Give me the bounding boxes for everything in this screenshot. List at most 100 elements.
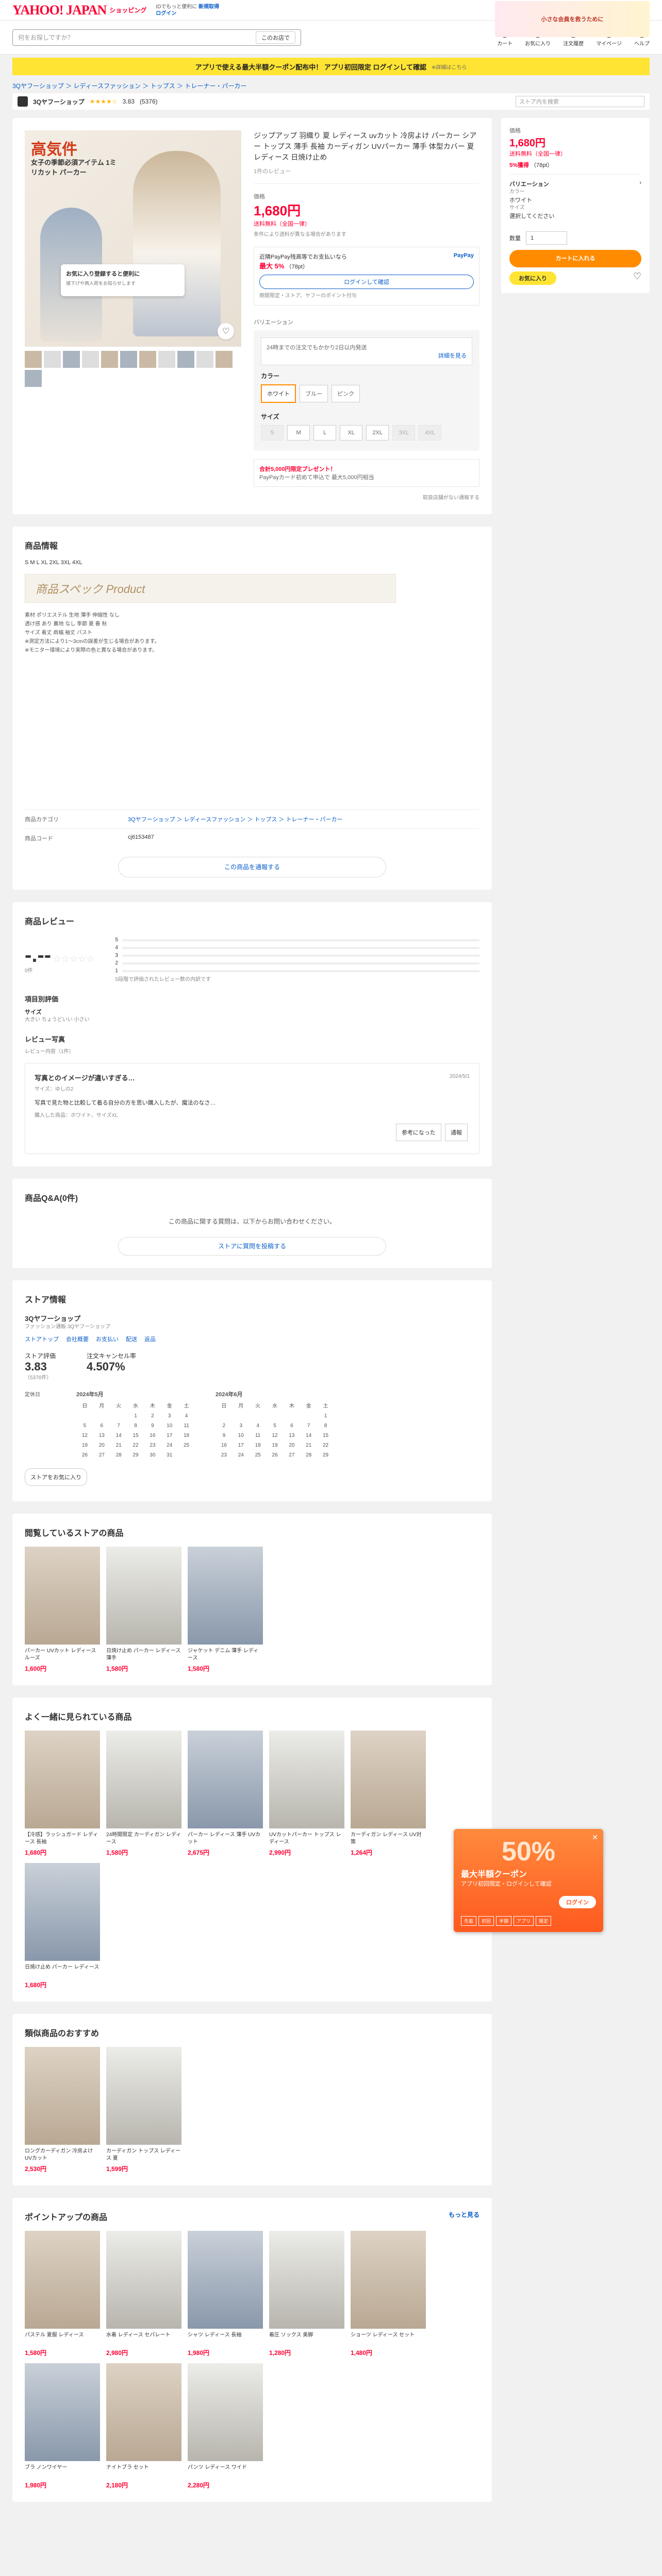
product-name[interactable]: パンツ レディース ワイド bbox=[188, 2464, 263, 2479]
product-name[interactable]: 水着 レディース セパレート bbox=[106, 2332, 181, 2346]
store-review-count[interactable]: (5376) bbox=[140, 98, 158, 105]
search-input[interactable]: 何をお探しですか？ このお店で bbox=[12, 29, 301, 46]
category-link[interactable]: 3Qヤフーショップ ＞ レディースファッション ＞ トップス ＞ トレーナー・パ… bbox=[128, 815, 479, 823]
store-link[interactable]: 会社概要 bbox=[66, 1335, 89, 1343]
product-image[interactable] bbox=[106, 2363, 181, 2461]
product-name[interactable]: 【冷感】ラッシュガード レディース 長袖 bbox=[25, 1832, 100, 1846]
product-tile[interactable]: パステル 夏服 レディース 1,580円 bbox=[25, 2231, 100, 2357]
product-image[interactable] bbox=[269, 2231, 344, 2329]
product-name[interactable]: 日焼け止め パーカー レディース 薄手 bbox=[106, 1648, 181, 1662]
search-store-button[interactable]: このお店で bbox=[256, 31, 295, 44]
product-tile[interactable]: ロングカーディガン 冷房よけ UVカット 2,530円 bbox=[25, 2047, 100, 2173]
product-name[interactable]: ブラ ノンワイヤー bbox=[25, 2464, 100, 2479]
product-name[interactable]: カーディガン レディース UV対策 bbox=[351, 1832, 426, 1846]
store-link[interactable]: ストアトップ bbox=[25, 1335, 59, 1343]
product-tile[interactable]: ショーツ レディース セット 1,480円 bbox=[351, 2231, 426, 2357]
product-image[interactable] bbox=[106, 1547, 181, 1645]
product-image[interactable] bbox=[188, 1731, 263, 1828]
qa-post-button[interactable]: ストアに質問を投稿する bbox=[118, 1237, 386, 1256]
product-image[interactable] bbox=[25, 1863, 100, 1961]
store-link[interactable]: 返品 bbox=[144, 1335, 156, 1343]
store-name[interactable]: 3Qヤフーショップ bbox=[33, 97, 85, 106]
side-variant[interactable]: バリエーション カラー ホワイト サイズ 選択してください › bbox=[509, 174, 641, 225]
product-name[interactable]: 着圧 ソックス 美脚 bbox=[269, 2332, 344, 2346]
product-tile[interactable]: パーカー レディース 薄手 UVカット 2,675円 bbox=[188, 1731, 263, 1857]
product-image[interactable] bbox=[351, 2231, 426, 2329]
promo-banner[interactable]: アプリで使える最大半額クーポン配布中！ アプリ初回限定 ログインして確認 ※詳細… bbox=[12, 58, 650, 75]
product-image[interactable] bbox=[25, 1731, 100, 1828]
add-to-cart-button[interactable]: カートに入れる bbox=[509, 250, 641, 267]
product-name[interactable]: ロングカーディガン 冷房よけ UVカット bbox=[25, 2148, 100, 2162]
report-product-button[interactable]: この商品を通報する bbox=[118, 857, 386, 877]
product-tile[interactable]: ブラ ノンワイヤー 1,980円 bbox=[25, 2363, 100, 2489]
color-option-pink[interactable]: ピンク bbox=[332, 385, 360, 402]
product-name[interactable]: カーディガン トップス レディース 夏 bbox=[106, 2148, 181, 2162]
product-name[interactable]: パーカー UVカット レディース ルーズ bbox=[25, 1648, 100, 1662]
store-fav-button[interactable]: ストアをお気に入り bbox=[25, 1468, 87, 1486]
quantity-stepper[interactable]: 数量 1 bbox=[509, 231, 641, 245]
thumbnail-strip[interactable] bbox=[25, 351, 241, 387]
chevron-right-icon[interactable]: › bbox=[639, 180, 641, 220]
product-tile[interactable]: ナイトブラ セット 2,180円 bbox=[106, 2363, 181, 2489]
size-option-3xl[interactable]: 3XL bbox=[392, 425, 416, 440]
product-tile[interactable]: 日焼け止め パーカー レディース 1,680円 bbox=[25, 1863, 100, 1989]
product-tile[interactable]: 着圧 ソックス 美脚 1,280円 bbox=[269, 2231, 344, 2357]
size-option-4xl[interactable]: 4XL bbox=[419, 425, 442, 440]
review-link[interactable]: 1件のレビュー bbox=[254, 167, 479, 175]
product-image[interactable] bbox=[25, 1547, 100, 1645]
login-link[interactable]: ログイン bbox=[156, 11, 176, 16]
product-image[interactable] bbox=[25, 2047, 100, 2145]
product-image[interactable] bbox=[188, 2231, 263, 2329]
product-tile[interactable]: カーディガン レディース UV対策 1,264円 bbox=[351, 1731, 426, 1857]
product-tile[interactable]: シャツ レディース 長袖 1,980円 bbox=[188, 2231, 263, 2357]
store-info-name[interactable]: 3Qヤフーショップ bbox=[25, 1313, 479, 1323]
size-option-m[interactable]: M bbox=[287, 425, 310, 440]
store-search-input[interactable]: ストア内を検索 bbox=[516, 96, 644, 107]
product-tile[interactable]: 24時間限定 カーディガン レディース 1,580円 bbox=[106, 1731, 181, 1857]
product-tile[interactable]: パンツ レディース ワイド 2,280円 bbox=[188, 2363, 263, 2489]
store-link[interactable]: お支払い bbox=[96, 1335, 119, 1343]
product-tile[interactable]: カーディガン トップス レディース 夏 1,599円 bbox=[106, 2047, 181, 2173]
product-name[interactable]: シャツ レディース 長袖 bbox=[188, 2332, 263, 2346]
signup-link[interactable]: 新規取得 bbox=[198, 4, 219, 10]
helpful-button[interactable]: 参考になった bbox=[395, 1124, 441, 1141]
store-link[interactable]: 配送 bbox=[126, 1335, 137, 1343]
product-name[interactable]: パステル 夏服 レディース bbox=[25, 2332, 100, 2346]
product-tile[interactable]: ジャケット デニム 薄手 レディース 1,580円 bbox=[188, 1547, 263, 1673]
product-name[interactable]: ショーツ レディース セット bbox=[351, 2332, 426, 2346]
product-name[interactable]: 日焼け止め パーカー レディース bbox=[25, 1964, 100, 1978]
size-option-l[interactable]: L bbox=[313, 425, 337, 440]
shipping-more-link[interactable]: 詳細を見る bbox=[267, 351, 467, 360]
yahoo-logo[interactable]: YAHOO! JAPAN bbox=[12, 3, 107, 18]
shopping-logo[interactable]: ショッピング bbox=[109, 6, 146, 14]
product-image[interactable] bbox=[188, 1547, 263, 1645]
header-ad[interactable]: 小さな会員を救うために bbox=[495, 1, 650, 37]
side-fav-button[interactable]: お気に入り bbox=[509, 272, 556, 285]
promo-note[interactable]: ※詳細はこちら bbox=[432, 63, 467, 71]
product-image[interactable] bbox=[106, 2047, 181, 2145]
product-image[interactable] bbox=[269, 1731, 344, 1828]
side-heart-icon[interactable]: ♡ bbox=[633, 271, 641, 282]
product-tile[interactable]: 【冷感】ラッシュガード レディース 長袖 1,680円 bbox=[25, 1731, 100, 1857]
breadcrumb[interactable]: 3Qヤフーショップ ＞ レディースファッション ＞ トップス ＞ トレーナー・パ… bbox=[0, 78, 662, 93]
product-name[interactable]: UVカットパーカー トップス レディース bbox=[269, 1832, 344, 1846]
size-option-2xl[interactable]: 2XL bbox=[366, 425, 389, 440]
coupon-login-button[interactable]: ログイン bbox=[559, 1896, 596, 1908]
product-name[interactable]: ジャケット デニム 薄手 レディース bbox=[188, 1648, 263, 1662]
product-name[interactable]: パーカー レディース 薄手 UVカット bbox=[188, 1832, 263, 1846]
heart-icon[interactable]: ♡ bbox=[218, 323, 234, 340]
product-tile[interactable]: UVカットパーカー トップス レディース 2,990円 bbox=[269, 1731, 344, 1857]
store-logo-icon[interactable] bbox=[18, 96, 28, 107]
store-report-link[interactable]: 取扱店舗がない通報する bbox=[254, 494, 479, 502]
size-option-xl[interactable]: XL bbox=[340, 425, 363, 440]
product-tile[interactable]: 日焼け止め パーカー レディース 薄手 1,580円 bbox=[106, 1547, 181, 1673]
more-link[interactable]: もっと見る bbox=[449, 2210, 479, 2219]
color-option-white[interactable]: ホワイト bbox=[261, 384, 296, 403]
product-name[interactable]: 24時間限定 カーディガン レディース bbox=[106, 1832, 181, 1846]
product-image[interactable] bbox=[25, 2363, 100, 2461]
product-image[interactable] bbox=[351, 1731, 426, 1828]
main-image[interactable]: 高気件 女子の季節必須アイテム 1ミリカット パーカー お気に入り登録すると便利… bbox=[25, 130, 241, 347]
close-icon[interactable]: ✕ bbox=[592, 1833, 598, 1842]
product-image[interactable] bbox=[25, 2231, 100, 2329]
report-review-button[interactable]: 通報 bbox=[445, 1124, 468, 1141]
